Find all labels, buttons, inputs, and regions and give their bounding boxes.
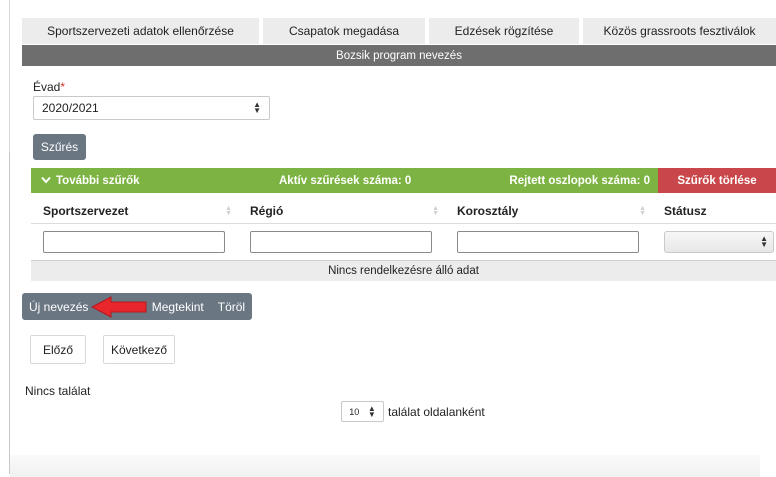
new-entry-button[interactable]: Új nevezés [22, 293, 95, 320]
footer-band [10, 455, 760, 477]
tab-bar: Sportszervezeti adatok ellenőrzése Csapa… [22, 18, 776, 44]
filter-cell [238, 228, 445, 256]
season-label-text: Évad [33, 80, 61, 94]
filter-input-sportszervezet[interactable] [43, 231, 225, 253]
tab-sportszervezeti-adatok[interactable]: Sportszervezeti adatok ellenőrzése [22, 18, 259, 44]
filter-select-statusz[interactable]: ▲ ▼ [664, 231, 774, 253]
column-header-statusz[interactable]: Státusz [652, 198, 776, 223]
view-button[interactable]: Megtekint [145, 293, 211, 320]
filter-input-regio[interactable] [250, 231, 432, 253]
season-label: Évad* [33, 80, 65, 94]
tab-kozos-grassroots[interactable]: Közös grassroots fesztiválok [583, 18, 776, 44]
left-divider [9, 152, 10, 474]
column-header-regio[interactable]: Régió ▲ ▼ [238, 198, 445, 223]
required-mark: * [60, 80, 66, 94]
left-divider-top [9, 0, 10, 160]
column-header-korosztaly[interactable]: Korosztály ▲ ▼ [445, 198, 652, 223]
sort-icon: ▲ ▼ [639, 205, 646, 217]
table-header: Sportszervezet ▲ ▼ Régió ▲ ▼ Korosztály ▲ ▼ St… [31, 198, 776, 224]
column-label: Sportszervezet [43, 203, 129, 218]
filter-input-korosztaly[interactable] [457, 231, 639, 253]
chevron-down-icon [41, 175, 51, 187]
no-results-text: Nincs találat [25, 384, 91, 398]
filter-cell [445, 228, 652, 256]
per-page-value: 10 [349, 406, 360, 417]
red-arrow-icon [91, 296, 147, 318]
column-filter-row: ▲ ▼ [31, 228, 776, 256]
filter-cell: ▲ ▼ [652, 228, 776, 256]
per-page-select[interactable]: 10 ▲ ▼ [341, 401, 384, 422]
column-label: Korosztály [457, 203, 519, 218]
tab-edzesek-rogzitese[interactable]: Edzések rögzítése [429, 18, 579, 44]
per-page-label: találat oldalanként [388, 405, 485, 419]
subtab-bozsik-nevezes[interactable]: Bozsik program nevezés [22, 45, 776, 66]
prev-page-button[interactable]: Előző [30, 335, 86, 364]
empty-table-message: Nincs rendelkezésre álló adat [31, 260, 776, 281]
season-select-value: 2020/2021 [42, 101, 99, 115]
select-arrows-icon: ▲ ▼ [760, 234, 768, 249]
sort-icon: ▲ ▼ [225, 205, 232, 217]
tab-csapatok-megadasa[interactable]: Csapatok megadása [263, 18, 425, 44]
more-filters-label: További szűrők [56, 174, 140, 187]
next-page-button[interactable]: Következő [103, 335, 175, 364]
hidden-columns-count[interactable]: Rejtett oszlopok száma: 0 [471, 175, 658, 187]
filter-cell [31, 228, 238, 256]
column-label: Régió [250, 203, 284, 218]
column-header-sportszervezet[interactable]: Sportszervezet ▲ ▼ [31, 198, 238, 223]
season-select[interactable]: 2020/2021 ▲ ▼ [33, 96, 270, 120]
sort-icon: ▲ ▼ [432, 205, 439, 217]
more-filters-toggle[interactable]: További szűrők [31, 175, 261, 187]
clear-filters-button[interactable]: Szűrők törlése [658, 168, 776, 193]
select-arrows-icon: ▲ ▼ [367, 403, 376, 419]
delete-button[interactable]: Töröl [211, 293, 252, 320]
active-filters-count: Aktív szűrések száma: 0 [279, 174, 412, 187]
column-label: Státusz [664, 203, 707, 218]
filter-bar: További szűrők Aktív szűrések száma: 0 R… [31, 168, 776, 193]
filter-button[interactable]: Szűrés [33, 134, 86, 160]
select-arrows-icon: ▲ ▼ [253, 100, 261, 115]
